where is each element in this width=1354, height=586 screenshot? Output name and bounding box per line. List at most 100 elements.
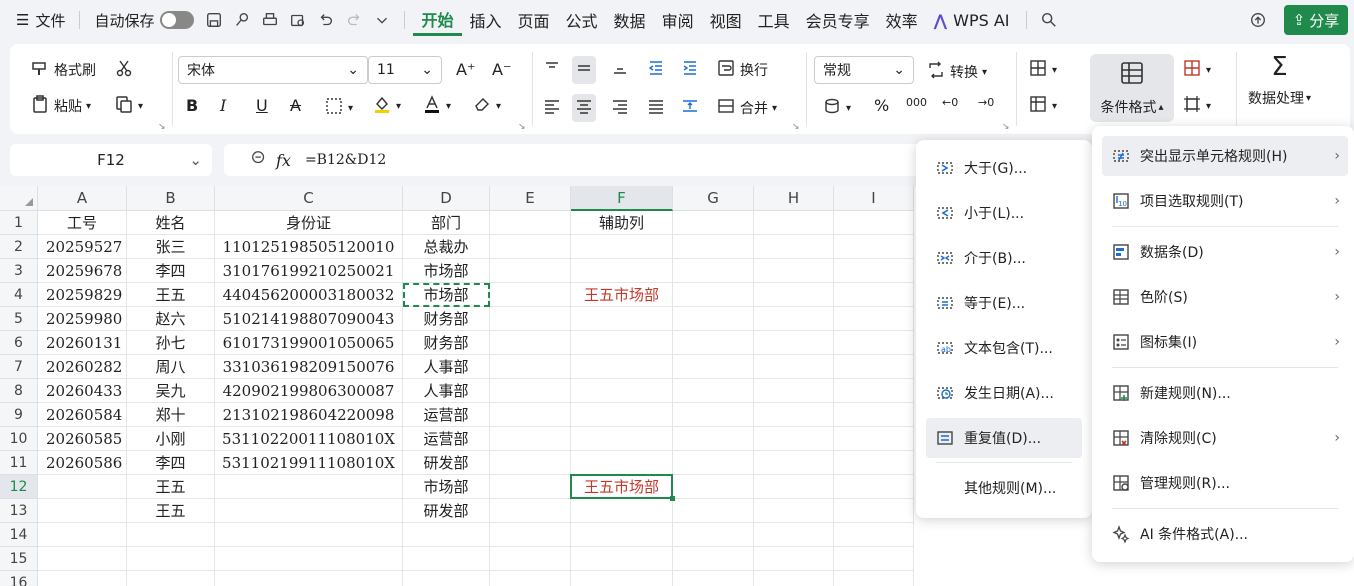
- row-header[interactable]: 2: [0, 235, 38, 259]
- table-cell[interactable]: [490, 523, 571, 547]
- format-painter-button[interactable]: 格式刷: [30, 58, 96, 82]
- row-header[interactable]: 12: [0, 475, 38, 499]
- menu-item-highlight-cells-rules[interactable]: 突出显示单元格规则(H) ›: [1102, 136, 1348, 176]
- table-cell[interactable]: [673, 523, 754, 547]
- table-cell[interactable]: 研发部: [403, 451, 490, 475]
- table-cell[interactable]: [215, 523, 403, 547]
- cut-button[interactable]: [114, 58, 134, 82]
- table-cell[interactable]: [571, 403, 673, 427]
- tab-page[interactable]: 页面: [510, 5, 558, 35]
- table-cell[interactable]: 420902199806300087: [215, 379, 403, 403]
- table-cell[interactable]: [571, 499, 673, 523]
- toggle-switch[interactable]: [160, 11, 195, 29]
- table-cell[interactable]: 王五: [127, 283, 215, 307]
- copy-button[interactable]: ▾: [114, 94, 143, 118]
- table-cell[interactable]: [754, 235, 834, 259]
- row-header[interactable]: 10: [0, 427, 38, 451]
- menu-item-duplicate-values[interactable]: 重复值(D)...: [926, 418, 1082, 458]
- tab-home[interactable]: 开始: [413, 4, 462, 36]
- table-cell[interactable]: [127, 547, 215, 571]
- row-header[interactable]: 6: [0, 331, 38, 355]
- align-right-button[interactable]: [610, 96, 630, 120]
- column-header[interactable]: C: [215, 186, 403, 211]
- table-cell[interactable]: [673, 259, 754, 283]
- table-cell[interactable]: [673, 475, 754, 499]
- table-cell[interactable]: [754, 331, 834, 355]
- table-cell[interactable]: 吴九: [127, 379, 215, 403]
- name-box[interactable]: F12 ⌄: [10, 144, 212, 176]
- border-button[interactable]: ▾: [324, 96, 353, 120]
- row-header[interactable]: 16: [0, 571, 38, 586]
- table-cell[interactable]: 财务部: [403, 331, 490, 355]
- table-cell[interactable]: [834, 235, 914, 259]
- table-cell[interactable]: 王五: [127, 499, 215, 523]
- print-icon[interactable]: [259, 9, 281, 31]
- table-cell[interactable]: [834, 547, 914, 571]
- menu-item-more-rules[interactable]: 其他规则(M)...: [926, 468, 1082, 508]
- table-cell[interactable]: [403, 571, 490, 586]
- menu-item-greater-than[interactable]: 大于(G)...: [926, 148, 1082, 188]
- table-cell[interactable]: 人事部: [403, 379, 490, 403]
- undo-icon[interactable]: [315, 9, 337, 31]
- increase-font-button[interactable]: A⁺: [456, 60, 475, 79]
- table-cell[interactable]: 周八: [127, 355, 215, 379]
- table-cell[interactable]: [834, 379, 914, 403]
- table-cell[interactable]: [38, 547, 127, 571]
- table-cell[interactable]: 总裁办: [403, 235, 490, 259]
- underline-button[interactable]: U: [256, 96, 268, 115]
- table-cell[interactable]: 王五市场部: [571, 283, 673, 307]
- table-cell[interactable]: [673, 211, 754, 235]
- table-cell[interactable]: [834, 259, 914, 283]
- tab-efficiency[interactable]: 效率: [878, 5, 926, 35]
- table-cell[interactable]: [754, 547, 834, 571]
- table-cell[interactable]: [754, 307, 834, 331]
- align-bottom-button[interactable]: [610, 58, 630, 82]
- table-cell[interactable]: 运营部: [403, 427, 490, 451]
- table-cell[interactable]: [571, 571, 673, 586]
- table-cell[interactable]: [571, 307, 673, 331]
- table-cell[interactable]: 赵六: [127, 307, 215, 331]
- increase-decimal-button[interactable]: ←0: [942, 96, 958, 109]
- menu-item-between[interactable]: 介于(B)...: [926, 238, 1082, 278]
- table-cell[interactable]: [38, 475, 127, 499]
- row-header[interactable]: 9: [0, 403, 38, 427]
- row-header[interactable]: 3: [0, 259, 38, 283]
- table-cell[interactable]: 610173199001050065: [215, 331, 403, 355]
- table-cell[interactable]: [754, 571, 834, 586]
- convert-button[interactable]: 转换 ▾: [926, 60, 987, 84]
- select-all-corner[interactable]: [0, 186, 38, 211]
- table-cell[interactable]: [490, 235, 571, 259]
- table-cell[interactable]: 213102198604220098: [215, 403, 403, 427]
- table-cell[interactable]: [673, 547, 754, 571]
- decrease-font-button[interactable]: A⁻: [492, 60, 511, 79]
- table-cell[interactable]: [673, 355, 754, 379]
- align-center-button[interactable]: [572, 94, 596, 122]
- tab-insert[interactable]: 插入: [462, 5, 510, 35]
- table-cell[interactable]: [834, 283, 914, 307]
- table-cell[interactable]: 工号: [38, 211, 127, 235]
- table-cell[interactable]: [834, 403, 914, 427]
- file-menu[interactable]: ☰ 文件: [10, 5, 71, 35]
- menu-item-data-bars[interactable]: 数据条(D) ›: [1102, 232, 1348, 272]
- table-cell[interactable]: [754, 355, 834, 379]
- table-cell[interactable]: [754, 475, 834, 499]
- row-header[interactable]: 15: [0, 547, 38, 571]
- table-cell[interactable]: [571, 235, 673, 259]
- row-header[interactable]: 4: [0, 283, 38, 307]
- thousands-button[interactable]: 000: [906, 96, 927, 109]
- column-header[interactable]: A: [38, 186, 127, 211]
- number-dialog-launcher[interactable]: ↘: [1002, 122, 1010, 132]
- table-cell[interactable]: [490, 211, 571, 235]
- table-cell[interactable]: 20260131: [38, 331, 127, 355]
- menu-item-clear-rules[interactable]: 清除规则(C) ›: [1102, 418, 1348, 458]
- column-header[interactable]: E: [490, 186, 571, 211]
- tab-member[interactable]: 会员专享: [798, 5, 878, 35]
- number-format-select[interactable]: 常规 ⌄: [814, 56, 914, 84]
- table-cell[interactable]: [673, 451, 754, 475]
- strikethrough-button[interactable]: A: [290, 96, 301, 115]
- table-cell[interactable]: 20260585: [38, 427, 127, 451]
- table-cell[interactable]: 运营部: [403, 403, 490, 427]
- table-cell[interactable]: [834, 571, 914, 586]
- table-cell[interactable]: 辅助列: [571, 211, 673, 235]
- font-color-button[interactable]: ▾: [422, 94, 451, 118]
